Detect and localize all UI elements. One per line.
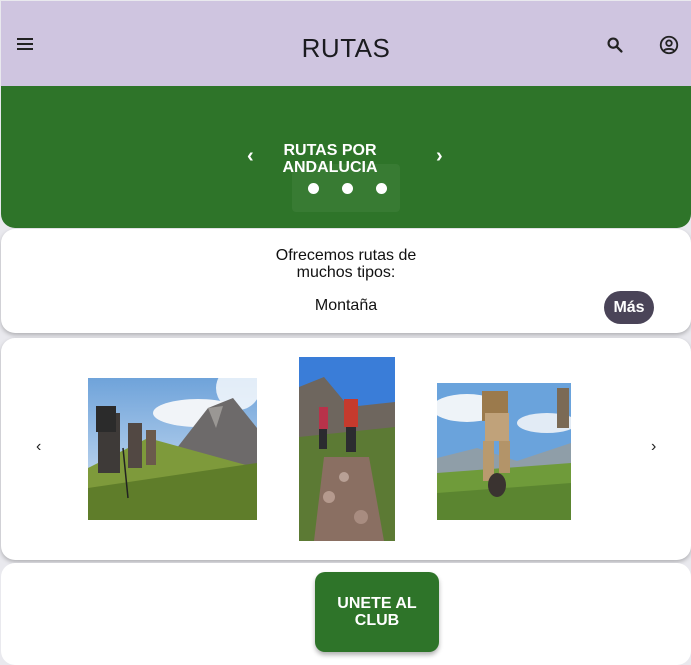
join-club-button[interactable]: UNETE AL CLUB <box>315 572 439 652</box>
route-types-card: Ofrecemos rutas de muchos tipos: Montaña… <box>1 229 691 333</box>
banner-next-button[interactable]: › <box>436 146 443 166</box>
gallery-next-button[interactable]: › <box>651 438 656 456</box>
routes-banner: ‹ RUTAS POR ANDALUCIA › <box>1 86 691 228</box>
hikers-trail-photo[interactable] <box>299 357 395 541</box>
search-icon[interactable] <box>604 34 626 56</box>
photo-gallery: ‹ › <box>1 338 691 560</box>
more-button[interactable]: Más <box>604 291 654 324</box>
route-type-label: Montaña <box>314 297 378 314</box>
route-types-heading: Ofrecemos rutas de muchos tipos: <box>275 247 417 281</box>
page-title: RUTAS <box>301 33 391 63</box>
join-section: UNETE AL CLUB <box>1 563 691 665</box>
carousel-indicators <box>292 164 400 212</box>
gallery-prev-button[interactable]: ‹ <box>36 438 41 456</box>
account-circle-icon[interactable] <box>658 34 680 56</box>
banner-prev-button[interactable]: ‹ <box>247 146 254 166</box>
page: RUTAS ‹ RUTAS POR ANDALUCIA › Ofrecemos … <box>0 0 691 665</box>
carousel-dot-1[interactable] <box>308 183 319 194</box>
top-app-bar: RUTAS <box>1 1 691 86</box>
hiker-meadow-photo[interactable] <box>437 383 571 520</box>
menu-icon[interactable] <box>15 35 35 55</box>
carousel-dot-2[interactable] <box>342 183 353 194</box>
hikers-mountain-photo[interactable] <box>88 378 257 520</box>
carousel-dot-3[interactable] <box>376 183 387 194</box>
